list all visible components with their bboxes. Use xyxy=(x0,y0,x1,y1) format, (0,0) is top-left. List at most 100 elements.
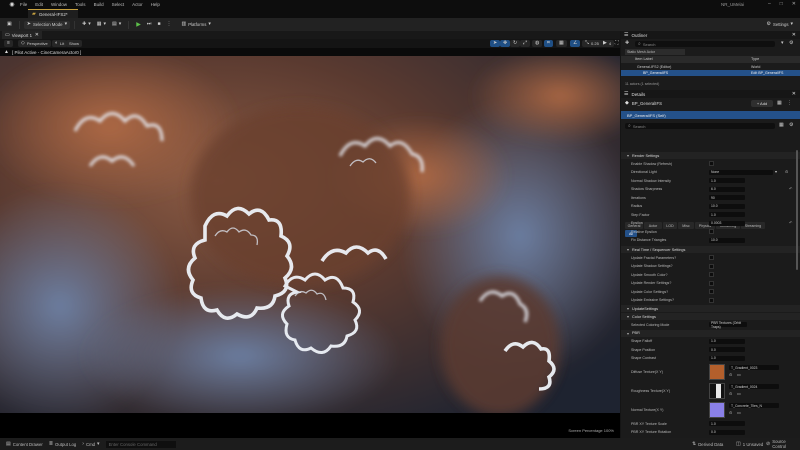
selection-mode-button[interactable]: ➤ Selection Mode ▾ xyxy=(23,20,71,29)
grid-snap-button[interactable]: ▦ xyxy=(556,40,567,47)
rotation-snap-button[interactable]: ∠ xyxy=(570,40,581,47)
property-value-field[interactable]: 1.0 xyxy=(709,338,745,344)
more-icon[interactable]: ⋮ xyxy=(787,101,792,106)
menu-edit[interactable]: Edit xyxy=(35,2,43,7)
blueprint-icon[interactable]: ▦ xyxy=(777,101,782,106)
play-button[interactable]: ▶ xyxy=(133,21,144,29)
translate-tool-button[interactable]: ✥ xyxy=(500,40,511,47)
outliner-search-input[interactable]: ⌕ Search xyxy=(635,41,775,47)
viewport-render[interactable] xyxy=(0,56,620,413)
settings-button[interactable]: ⚙ Settings ▾ xyxy=(763,21,796,29)
close-icon[interactable]: ✕ xyxy=(792,1,796,7)
browse-icon[interactable]: ⊙ xyxy=(729,373,732,377)
property-value-field[interactable]: 0.0 xyxy=(709,429,745,435)
property-checkbox[interactable] xyxy=(709,289,714,294)
gear-icon[interactable]: ⚙ xyxy=(789,41,793,46)
property-value-field[interactable]: 90 xyxy=(709,195,745,200)
property-checkbox[interactable] xyxy=(709,272,714,277)
details-scrollbar[interactable] xyxy=(796,150,798,270)
close-icon[interactable]: ✕ xyxy=(792,91,796,97)
folder-icon[interactable]: ▭ xyxy=(737,373,741,377)
select-tool-button[interactable]: ➤ xyxy=(490,40,501,47)
reset-icon[interactable]: ↶ xyxy=(789,221,792,225)
menu-help[interactable]: Help xyxy=(151,2,160,7)
play-options-button[interactable]: ⋮ xyxy=(163,21,174,29)
cinematics-button[interactable]: ▤ ▾ xyxy=(109,21,124,29)
menu-select[interactable]: Select xyxy=(112,2,125,7)
platforms-button[interactable]: ▥ Platforms ▾ xyxy=(178,21,213,29)
details-tab[interactable]: ☰ Details ✕ xyxy=(621,90,800,98)
menu-build[interactable]: Build xyxy=(94,2,104,7)
menu-file[interactable]: File xyxy=(20,2,27,7)
property-value-field[interactable]: 10.0 xyxy=(709,203,745,209)
property-value-field[interactable]: 1.0 xyxy=(709,355,745,361)
browse-icon[interactable]: ⊙ xyxy=(785,170,788,174)
viewport-tab[interactable]: ▭ Viewport 1 ✕ xyxy=(2,31,42,39)
property-value-field[interactable]: 0.0 xyxy=(709,347,745,352)
rotate-tool-button[interactable]: ↻ xyxy=(510,40,521,47)
stop-button[interactable]: ■ xyxy=(154,21,163,29)
cmd-dropdown[interactable]: › Cmd ▾ xyxy=(82,441,99,447)
texture-thumbnail[interactable] xyxy=(709,383,725,399)
section-header[interactable]: Render Settings xyxy=(621,152,800,159)
column-item-label[interactable]: Item Label xyxy=(635,57,653,61)
unsaved-button[interactable]: ◫ 1 Unsaved xyxy=(736,441,763,447)
property-matrix-icon[interactable]: ▦ xyxy=(779,123,784,128)
property-checkbox[interactable] xyxy=(709,161,714,166)
unreal-logo-icon[interactable]: ◉ xyxy=(8,1,16,8)
section-header[interactable]: Real Time / Sequencer Settings xyxy=(621,246,800,253)
property-value-field[interactable]: 1.0 xyxy=(709,421,745,426)
filter-icon[interactable]: ▾ xyxy=(781,41,784,46)
menu-actor[interactable]: Actor xyxy=(132,2,143,7)
section-header[interactable]: PBR xyxy=(621,329,800,337)
details-search-input[interactable]: ⌕ Search xyxy=(625,123,775,129)
perspective-button[interactable]: ◇ Perspective xyxy=(18,40,51,47)
add-component-button[interactable]: + Add xyxy=(751,100,773,107)
property-value-field[interactable]: 10.0 xyxy=(709,237,745,243)
pilot-icon[interactable]: ▲ xyxy=(4,49,9,55)
column-type[interactable]: Type xyxy=(751,57,759,61)
property-value-field[interactable]: 1.0 xyxy=(709,212,745,217)
menu-window[interactable]: Window xyxy=(51,2,67,7)
property-value-field[interactable]: 0.0003 xyxy=(709,220,745,226)
maximize-icon[interactable]: □ xyxy=(780,1,783,7)
lit-button[interactable]: ◐ Lit xyxy=(52,40,68,47)
surface-snap-button[interactable]: ⌗ xyxy=(544,40,553,47)
folder-icon[interactable]: ▭ xyxy=(737,392,741,396)
browse-icon[interactable]: ⊙ xyxy=(729,392,732,396)
minimize-icon[interactable]: – xyxy=(768,1,771,7)
gear-icon[interactable]: ⚙ xyxy=(789,123,793,128)
texture-thumbnail[interactable] xyxy=(709,364,725,380)
step-button[interactable]: ⏭ xyxy=(144,21,155,29)
folder-icon[interactable]: ▭ xyxy=(737,411,741,415)
output-log-button[interactable]: ≣ Output Log xyxy=(49,441,76,447)
property-value-field[interactable]: None xyxy=(709,169,773,175)
property-value-field[interactable]: PBR Textures (Orbit Traps) xyxy=(709,321,747,329)
outliner-row-selected[interactable]: BP_GeneralIFS Edit BP_GeneralIFS xyxy=(621,70,800,76)
property-checkbox[interactable] xyxy=(709,255,714,260)
blueprint-button[interactable]: ▦ ▾ xyxy=(94,21,109,29)
component-row-selected[interactable]: BP_GeneralIFS (Self) xyxy=(621,111,800,119)
property-checkbox[interactable] xyxy=(709,280,714,286)
scale-tool-button[interactable]: ⤢ xyxy=(520,40,531,47)
derived-data-button[interactable]: ⇅ Derived Data xyxy=(692,441,723,447)
texture-thumbnail[interactable] xyxy=(709,402,725,418)
save-button[interactable]: ▣ xyxy=(4,21,15,29)
content-drawer-button[interactable]: ▤ Content Drawer xyxy=(6,441,43,447)
menu-tools[interactable]: Tools xyxy=(75,2,86,7)
filter-chip[interactable]: Static Mesh Actor xyxy=(625,49,685,55)
reset-icon[interactable]: ↶ xyxy=(789,187,792,191)
add-icon[interactable]: ✚ xyxy=(625,41,629,46)
close-icon[interactable]: ✕ xyxy=(792,32,796,38)
show-button[interactable]: Show xyxy=(66,40,83,47)
viewport-menu-button[interactable]: ≡ xyxy=(4,40,13,47)
property-value-field[interactable]: 6.0 xyxy=(709,186,745,192)
texture-asset-field[interactable]: T_Gradient_0024 xyxy=(729,384,779,389)
source-control-button[interactable]: ⊘ Source Control xyxy=(766,439,800,449)
browse-icon[interactable]: ⊙ xyxy=(729,411,732,415)
console-command-input[interactable]: Enter Console Command xyxy=(105,440,176,448)
property-checkbox[interactable] xyxy=(709,297,714,303)
add-actor-button[interactable]: ✚ ▾ xyxy=(79,21,94,29)
level-tab[interactable]: ▰ General-IFS2* xyxy=(28,9,78,18)
property-checkbox[interactable] xyxy=(709,229,714,234)
